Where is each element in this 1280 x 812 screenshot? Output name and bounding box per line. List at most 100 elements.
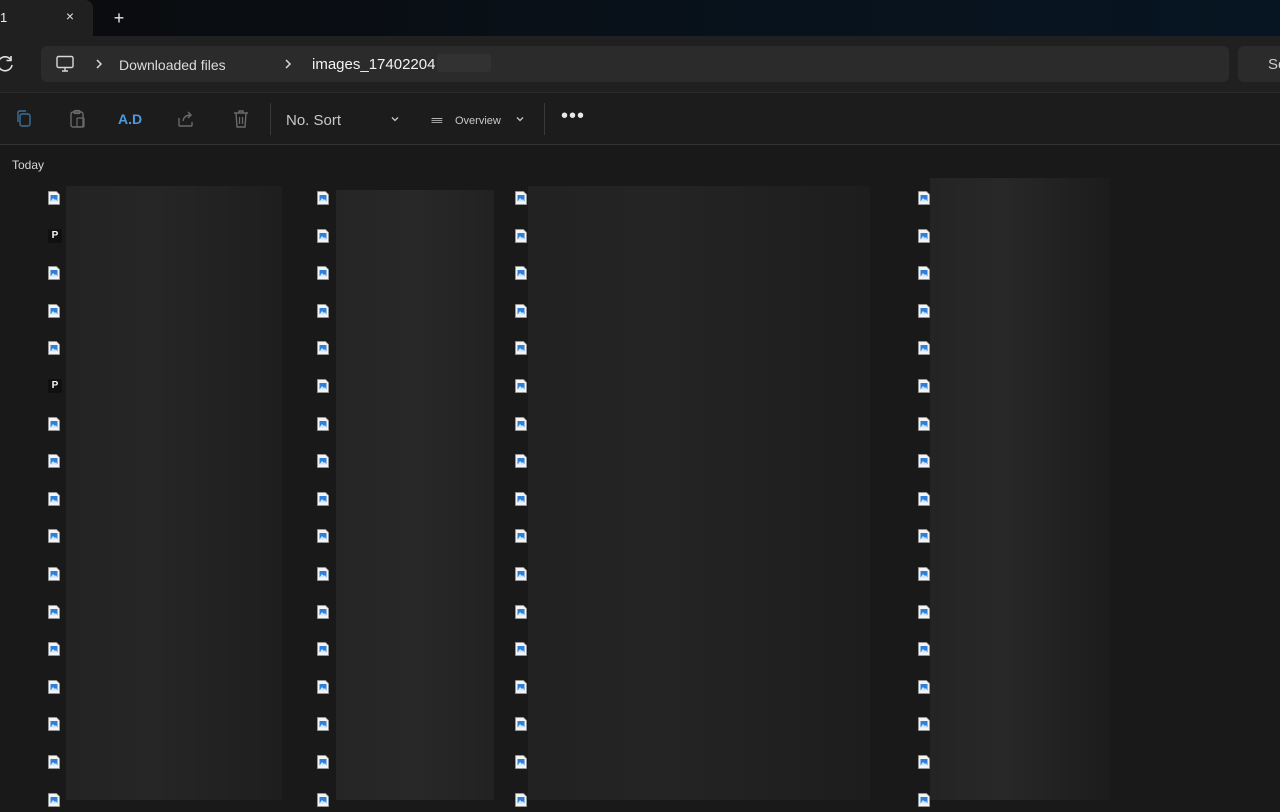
file-item[interactable]: P: [48, 379, 62, 393]
file-item[interactable]: [317, 567, 331, 581]
file-item[interactable]: [317, 679, 331, 694]
image-file-icon: [48, 755, 60, 769]
file-item[interactable]: [918, 679, 932, 694]
file-item[interactable]: [48, 416, 62, 431]
close-icon[interactable]: ×: [62, 8, 78, 24]
rename-button[interactable]: A.D: [118, 111, 142, 127]
tab-active[interactable]: 1 ×: [0, 0, 93, 36]
chevron-right-icon[interactable]: [282, 57, 294, 71]
file-item[interactable]: [515, 303, 529, 318]
file-item[interactable]: [317, 529, 331, 544]
file-item[interactable]: [918, 567, 932, 581]
file-item[interactable]: [918, 755, 932, 769]
file-item[interactable]: [48, 266, 62, 281]
file-item[interactable]: [918, 341, 932, 356]
file-item[interactable]: [48, 303, 62, 318]
file-item[interactable]: [918, 717, 932, 732]
file-item[interactable]: [48, 491, 62, 506]
computer-icon[interactable]: [55, 55, 75, 73]
file-item[interactable]: [515, 755, 529, 769]
search-placeholder: Se: [1268, 56, 1280, 73]
chevron-right-icon[interactable]: [93, 57, 105, 71]
file-item[interactable]: [515, 228, 529, 243]
file-item[interactable]: [515, 642, 529, 657]
file-item[interactable]: [515, 529, 529, 544]
file-item[interactable]: [515, 266, 529, 281]
file-item[interactable]: [515, 454, 529, 469]
file-item[interactable]: [918, 379, 932, 393]
copy-icon[interactable]: [14, 109, 34, 129]
file-item[interactable]: [317, 416, 331, 431]
image-file-icon: [515, 379, 527, 393]
chevron-down-icon[interactable]: [390, 114, 400, 124]
file-item[interactable]: [317, 454, 331, 469]
file-item[interactable]: [317, 491, 331, 506]
file-item[interactable]: [918, 266, 932, 281]
address-bar[interactable]: Downloaded files images_17402204: [41, 46, 1229, 82]
breadcrumb-images-folder[interactable]: images_17402204: [312, 56, 435, 73]
file-item[interactable]: [918, 529, 932, 544]
file-item[interactable]: [515, 416, 529, 431]
file-item[interactable]: [515, 604, 529, 619]
image-file-icon: [515, 416, 527, 431]
file-item[interactable]: [317, 642, 331, 657]
view-dropdown[interactable]: Overview: [455, 115, 501, 127]
file-item[interactable]: [918, 491, 932, 506]
file-item[interactable]: [48, 529, 62, 544]
file-item[interactable]: [48, 679, 62, 694]
image-file-icon: [317, 642, 329, 657]
file-item[interactable]: [515, 191, 529, 205]
image-file-icon: [48, 529, 60, 544]
breadcrumb-downloaded-files[interactable]: Downloaded files: [119, 57, 226, 73]
file-item[interactable]: [515, 717, 529, 732]
toolbar-divider: [270, 103, 271, 135]
file-item[interactable]: P: [48, 228, 62, 243]
file-item[interactable]: [317, 191, 331, 205]
file-item[interactable]: [918, 191, 932, 205]
new-tab-button[interactable]: +: [110, 8, 128, 28]
file-item[interactable]: [48, 191, 62, 205]
file-item[interactable]: [317, 604, 331, 619]
file-item[interactable]: [317, 379, 331, 393]
sort-dropdown[interactable]: No. Sort: [286, 112, 341, 129]
file-item[interactable]: [317, 717, 331, 732]
file-item[interactable]: [48, 567, 62, 581]
redacted-area: [437, 54, 491, 72]
image-file-icon: [317, 491, 329, 506]
file-item[interactable]: [317, 341, 331, 356]
share-icon[interactable]: [176, 109, 196, 129]
image-file-icon: [48, 717, 60, 732]
file-item[interactable]: [515, 491, 529, 506]
paste-icon[interactable]: [68, 109, 88, 129]
file-item[interactable]: [918, 604, 932, 619]
delete-icon[interactable]: [231, 109, 251, 129]
file-item[interactable]: [48, 642, 62, 657]
file-item[interactable]: [48, 604, 62, 619]
file-item[interactable]: [515, 341, 529, 356]
file-item[interactable]: [48, 755, 62, 769]
chevron-down-icon[interactable]: [515, 114, 525, 124]
image-file-icon: [918, 303, 930, 318]
file-item[interactable]: [918, 303, 932, 318]
file-item[interactable]: [317, 228, 331, 243]
file-item[interactable]: [918, 642, 932, 657]
file-item[interactable]: [317, 755, 331, 769]
file-item[interactable]: [515, 679, 529, 694]
refresh-icon[interactable]: [0, 54, 16, 74]
file-item[interactable]: [515, 379, 529, 393]
file-item[interactable]: [918, 228, 932, 243]
file-item[interactable]: [317, 266, 331, 281]
more-options-button[interactable]: •••: [561, 106, 584, 129]
file-item[interactable]: [515, 567, 529, 581]
file-item[interactable]: [918, 416, 932, 431]
file-item[interactable]: [918, 454, 932, 469]
file-item[interactable]: [48, 454, 62, 469]
image-file-icon: [918, 416, 930, 431]
file-item[interactable]: [48, 717, 62, 732]
tab-bar: 1 × +: [0, 0, 1280, 36]
image-file-icon: [317, 529, 329, 544]
file-item[interactable]: [48, 341, 62, 356]
search-input[interactable]: Se: [1238, 46, 1280, 82]
image-file-icon: [48, 454, 60, 469]
file-item[interactable]: [317, 303, 331, 318]
